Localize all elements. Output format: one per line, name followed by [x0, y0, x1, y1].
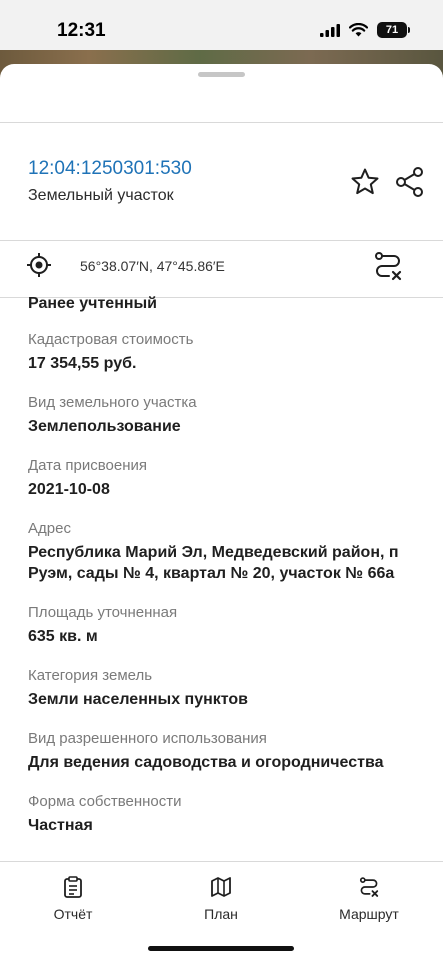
field-value: Частная: [28, 817, 93, 834]
status-time: 12:31: [57, 20, 106, 41]
field-label: Вид земельного участка: [28, 394, 197, 411]
field-value: 17 354,55 руб.: [28, 355, 137, 372]
field-label: Форма собственности: [28, 793, 182, 810]
field-label: Категория земель: [28, 667, 153, 684]
field-label: Вид разрешенного использования: [28, 730, 267, 747]
plan-label: План: [204, 906, 238, 922]
coordinates[interactable]: 56°38.07′N, 47°45.86′E: [80, 258, 225, 274]
divider: [0, 122, 443, 123]
cadastral-number[interactable]: 12:04:1250301:530: [28, 158, 192, 180]
field-land-kind: Вид земельного участка Землепользование: [28, 393, 408, 437]
star-icon[interactable]: [349, 166, 381, 198]
field-value: 2021-10-08: [28, 481, 110, 498]
route-icon: [359, 877, 379, 897]
object-type: Земельный участок: [28, 187, 174, 204]
bottom-sheet: 12:04:1250301:530 Земельный участок 56°3…: [0, 64, 443, 960]
field-area: Площадь уточненная 635 кв. м: [28, 603, 408, 647]
report-icon: [64, 876, 82, 898]
field-value: Землепользование: [28, 418, 181, 435]
share-icon[interactable]: [394, 166, 426, 198]
status-icons: 71: [320, 22, 410, 38]
field-value: Земли населенных пунктов: [28, 691, 249, 708]
field-permitted-use: Вид разрешенного использования Для веден…: [28, 729, 408, 773]
route-button[interactable]: Маршрут: [328, 876, 410, 922]
registration-status: Ранее учтенный: [28, 295, 158, 312]
route-label: Маршрут: [339, 906, 399, 922]
field-value: 635 кв. м: [28, 628, 98, 645]
field-ownership: Форма собственности Частная: [28, 792, 408, 836]
field-label: Площадь уточненная: [28, 604, 178, 621]
report-label: Отчёт: [53, 906, 93, 922]
battery-level: 71: [385, 24, 399, 36]
field-label: Кадастровая стоимость: [28, 331, 194, 348]
battery-icon: 71: [377, 22, 410, 38]
map-icon: [211, 877, 231, 897]
route-cancel-icon[interactable]: [372, 250, 404, 282]
field-address: Адрес Республика Марий Эл, Медведевский …: [28, 519, 408, 584]
sheet-drag-handle[interactable]: [198, 72, 245, 77]
field-label: Адрес: [28, 520, 71, 537]
field-assignment-date: Дата присвоения 2021-10-08: [28, 456, 408, 500]
field-cadastral-value: Кадастровая стоимость 17 354,55 руб.: [28, 330, 408, 374]
report-button[interactable]: Отчёт: [43, 876, 103, 922]
field-land-category: Категория земель Земли населенных пункто…: [28, 666, 408, 710]
locate-icon[interactable]: [26, 252, 52, 278]
details-list[interactable]: Ранее учтенный Кадастровая стоимость 17 …: [28, 295, 408, 860]
plan-button[interactable]: План: [191, 876, 251, 922]
field-label: Дата присвоения: [28, 457, 147, 474]
wifi-icon: [349, 23, 368, 37]
field-value: Республика Марий Эл, Медведевский район,…: [28, 544, 399, 582]
home-indicator[interactable]: [148, 946, 294, 951]
divider: [0, 240, 443, 241]
field-value: Для ведения садоводства и огородничества: [28, 754, 384, 771]
signal-icon: [320, 23, 340, 37]
